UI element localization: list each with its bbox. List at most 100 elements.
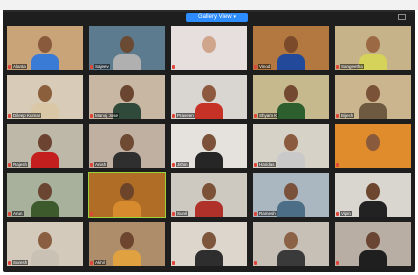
participant-name: Ramesh (258, 211, 277, 216)
participant-tile[interactable]: Praveen (171, 75, 247, 119)
participant-body (359, 152, 387, 168)
mic-muted-icon (254, 114, 257, 118)
mic-muted-icon (8, 261, 11, 265)
participant-name: Suresh (12, 260, 29, 265)
top-frame (0, 0, 418, 10)
participant-body (31, 152, 59, 168)
participant-tile[interactable]: Bijesh (335, 75, 411, 119)
participant-name: Haridas (258, 162, 276, 167)
participant-body (113, 201, 141, 217)
participant-head (38, 134, 52, 151)
participant-tile[interactable]: Arun (7, 173, 83, 217)
participant-tile[interactable] (335, 124, 411, 168)
participant-tile[interactable]: Dileep Kumar (7, 75, 83, 119)
mic-muted-icon (172, 114, 175, 118)
participant-name: Sajeev (94, 64, 110, 69)
participant-tile[interactable]: Sangeetha (335, 26, 411, 70)
participant-tile[interactable]: Sajeev (89, 26, 165, 70)
participant-head (38, 183, 52, 200)
window-top-bar (3, 10, 415, 12)
participant-head (120, 36, 134, 53)
participant-tile[interactable] (171, 26, 247, 70)
mic-muted-icon (336, 212, 339, 216)
participant-tile[interactable] (253, 222, 329, 266)
participant-head (366, 183, 380, 200)
participant-head (366, 36, 380, 53)
participant-name: Vinod (258, 64, 272, 69)
participant-tile[interactable]: Suresh (7, 222, 83, 266)
participant-body (31, 54, 59, 70)
gallery-view-label: Gallery View (197, 14, 232, 20)
participant-video (171, 222, 247, 266)
participant-head (120, 232, 134, 249)
participant-head (202, 183, 216, 200)
participant-name: Manoj Jose (94, 113, 120, 118)
participant-body (359, 103, 387, 119)
participant-tile[interactable]: Akhil (89, 222, 165, 266)
participant-body (113, 152, 141, 168)
participant-tile[interactable]: Shyam K (253, 75, 329, 119)
participant-body (277, 250, 305, 266)
mic-muted-icon (172, 65, 175, 69)
participant-head (366, 232, 380, 249)
participant-head (202, 85, 216, 102)
mic-muted-icon (8, 163, 11, 167)
participant-video (335, 222, 411, 266)
participant-name: Praveen (176, 113, 195, 118)
participant-head (284, 232, 298, 249)
participant-name: Arun (12, 211, 24, 216)
participant-body (195, 54, 223, 70)
participant-body (195, 250, 223, 266)
mic-muted-icon (254, 212, 257, 216)
participant-head (202, 232, 216, 249)
participant-head (284, 36, 298, 53)
participant-tile[interactable] (171, 222, 247, 266)
participant-tile[interactable]: Alanta (7, 26, 83, 70)
participant-head (38, 232, 52, 249)
fullscreen-icon[interactable] (398, 14, 406, 20)
participant-body (31, 201, 59, 217)
mic-muted-icon (172, 163, 175, 167)
participant-body (277, 103, 305, 119)
participant-body (31, 250, 59, 266)
participant-head (202, 134, 216, 151)
participant-head (284, 134, 298, 151)
mic-muted-icon (90, 212, 93, 216)
mic-muted-icon (90, 163, 93, 167)
participant-video (89, 173, 165, 217)
participant-tile[interactable]: Manoj Jose (89, 75, 165, 119)
participant-body (195, 152, 223, 168)
participant-tile[interactable] (335, 222, 411, 266)
participant-tile[interactable]: Haridas (253, 124, 329, 168)
participant-tile[interactable]: Sunil (171, 173, 247, 217)
participant-tile[interactable] (88, 172, 166, 218)
participant-name: Sunil (176, 211, 189, 216)
participant-tile[interactable]: Rajesh (7, 124, 83, 168)
participant-name: Akhil (94, 260, 106, 265)
participant-name: Bijesh (340, 113, 355, 118)
gallery-view-button[interactable]: Gallery View ▾ (186, 13, 248, 22)
mic-muted-icon (8, 65, 11, 69)
participant-body (277, 201, 305, 217)
participant-tile[interactable]: Vipin (335, 173, 411, 217)
mic-muted-icon (336, 65, 339, 69)
participant-tile[interactable]: Ramesh (253, 173, 329, 217)
chevron-down-icon: ▾ (233, 14, 237, 20)
participant-name: Anish (94, 162, 108, 167)
participant-tile[interactable]: Anish (89, 124, 165, 168)
participant-body (359, 250, 387, 266)
mic-muted-icon (336, 163, 339, 167)
screen: Gallery View ▾ Alanta Sajeev Vinod Sangeetha… (0, 0, 418, 275)
participant-name: Shyam K (258, 113, 279, 118)
participant-head (120, 134, 134, 151)
participant-head (202, 36, 216, 53)
participant-name: Dileep Kumar (12, 113, 42, 118)
participant-body (113, 250, 141, 266)
mic-muted-icon (336, 261, 339, 265)
participant-tile[interactable]: Jithin (171, 124, 247, 168)
participant-tile[interactable]: Vinod (253, 26, 329, 70)
mic-muted-icon (254, 261, 257, 265)
mic-muted-icon (172, 212, 175, 216)
participant-video (171, 26, 247, 70)
participant-name: Jithin (176, 162, 189, 167)
